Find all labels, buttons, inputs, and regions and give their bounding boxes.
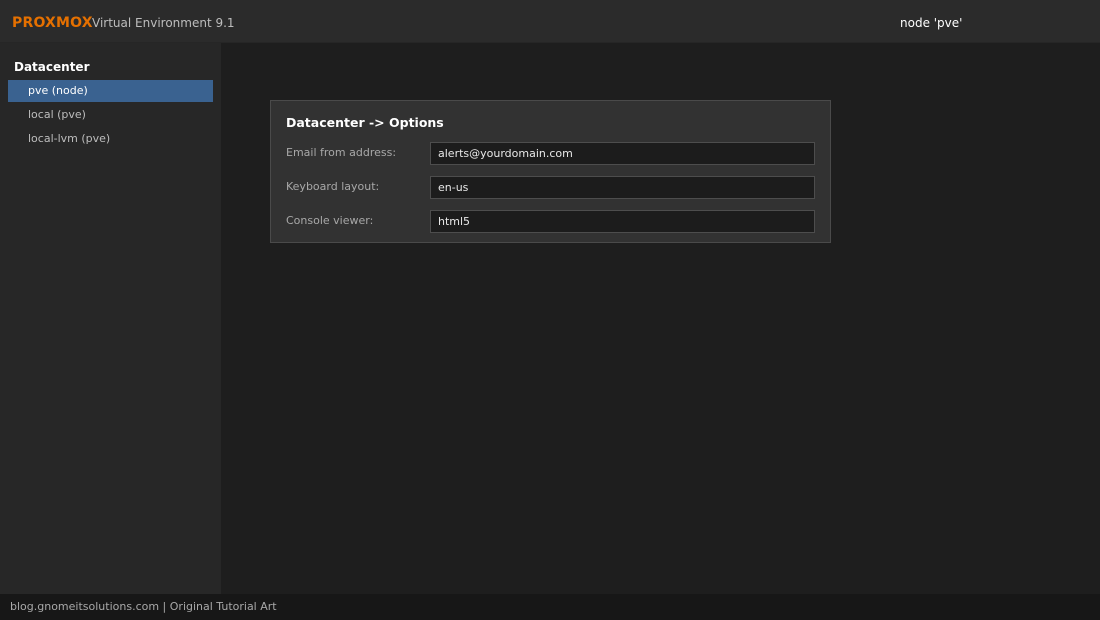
email-from-field[interactable] bbox=[430, 142, 815, 165]
email-from-label: Email from address: bbox=[286, 146, 397, 159]
tree-item-pve-node[interactable]: pve (node) bbox=[8, 80, 213, 102]
panel-title: Datacenter -> Options bbox=[286, 115, 444, 130]
tree-item-local-lvm-storage[interactable]: local-lvm (pve) bbox=[8, 128, 213, 150]
tree-root-datacenter[interactable]: Datacenter bbox=[14, 60, 89, 74]
keyboard-layout-field[interactable] bbox=[430, 176, 815, 199]
resource-tree: Datacenter pve (node) local (pve) local-… bbox=[0, 43, 221, 594]
node-indicator: node 'pve' bbox=[900, 16, 963, 30]
footer-credit: blog.gnomeitsolutions.com | Original Tut… bbox=[10, 600, 277, 613]
product-version: Virtual Environment 9.1 bbox=[92, 16, 235, 30]
tree-item-local-storage[interactable]: local (pve) bbox=[8, 104, 213, 126]
keyboard-layout-label: Keyboard layout: bbox=[286, 180, 380, 193]
console-viewer-label: Console viewer: bbox=[286, 214, 374, 227]
footer: blog.gnomeitsolutions.com | Original Tut… bbox=[0, 594, 1100, 620]
console-viewer-field[interactable] bbox=[430, 210, 815, 233]
proxmox-logo[interactable]: PROXMOX bbox=[12, 15, 93, 31]
top-header: PROXMOX Virtual Environment 9.1 node 'pv… bbox=[0, 0, 1100, 43]
options-panel: Datacenter -> Options Email from address… bbox=[270, 100, 831, 243]
